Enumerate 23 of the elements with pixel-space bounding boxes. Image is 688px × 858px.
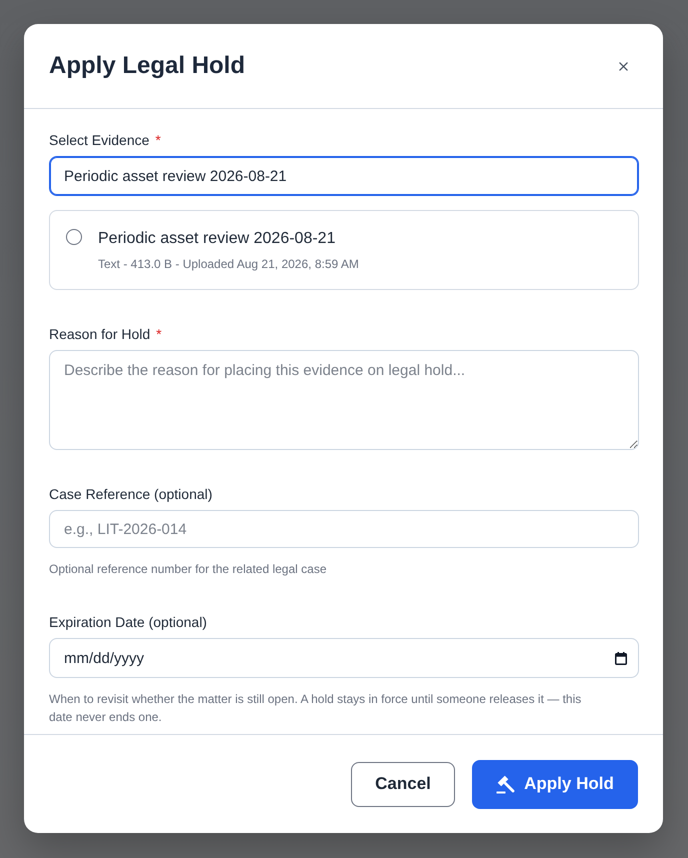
date-field[interactable]: mm/dd/yyyy [49, 638, 639, 678]
gavel-icon [496, 774, 516, 794]
evidence-title: Periodic asset review 2026-08-21 [98, 229, 336, 249]
radio-button[interactable] [66, 229, 82, 245]
field-label: Reason for Hold [49, 326, 150, 342]
case-reference-field[interactable]: e.g., LIT-2026-014 [49, 510, 639, 548]
calendar-icon[interactable] [615, 652, 627, 664]
dialog-title: Apply Legal Hold [49, 51, 246, 81]
evidence-search-field[interactable]: Periodic asset review 2026-08-21 [49, 156, 639, 196]
field-hint: Optional reference number for the related legal case [49, 561, 328, 578]
evidence-option[interactable]: Periodic asset review 2026-08-21 Text - 413.0 B - Uploaded Aug 21, 2026, 8:59 AM [49, 210, 639, 290]
evidence-meta: Text - 413.0 B - Uploaded Aug 21, 2026, 8:59 AM [98, 256, 359, 272]
required-asterisk: * [155, 132, 161, 148]
field-hint: When to revisit whether the matter is still open. A hold stays in force until someone releases it — this date never ends one. [49, 691, 582, 726]
field-label: Select Evidence [49, 132, 150, 148]
close-icon [619, 62, 628, 70]
reason-textarea[interactable]: Describe the reason for placing this evidence on legal hold... [49, 350, 639, 450]
field-label: Expiration Date (optional) [49, 614, 207, 630]
cancel-button[interactable]: Cancel [351, 762, 455, 806]
close-button[interactable] [619, 62, 628, 70]
field-label: Case Reference (optional) [49, 486, 212, 502]
apply-hold-button[interactable]: Apply Hold [472, 760, 638, 808]
required-asterisk: * [156, 326, 162, 342]
